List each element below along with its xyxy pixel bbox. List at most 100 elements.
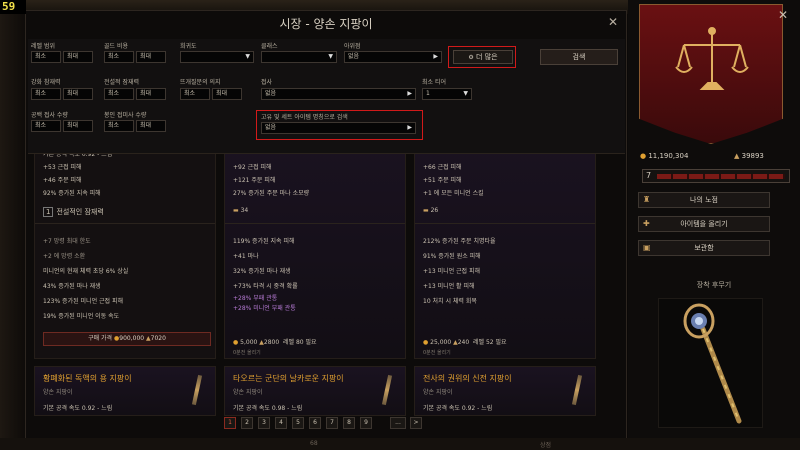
item-name: 전사의 권위의 신전 지팡이 [423,374,512,383]
stat-line: +1 에 모든 미니언 스킬 [423,190,484,197]
hud-text: 상점 [540,442,552,449]
preview-title: 장착 후무기 [696,281,732,289]
class-select[interactable]: ▼ [261,51,337,63]
will-min-input[interactable]: 최소 [180,88,210,100]
will-max-input[interactable]: 최대 [212,88,242,100]
buy-button[interactable]: 구매 가격 ●900,000 ▲7020 [43,332,211,346]
item-type: 양손 지팡이 [43,389,73,396]
my-stall-button[interactable]: ♜ 나의 노점 [638,192,770,208]
divider [415,223,595,224]
forge-potential-label: 강화 참재력 [31,79,61,86]
stat-line: +13 미니언 활 피해 [423,283,475,290]
stat-line: 19% 증가된 미니언 이동 속도 [43,313,120,320]
rarity-select[interactable]: ▼ [180,51,254,63]
min-tier-select[interactable]: 1 ▼ [422,88,472,100]
gold-max-input[interactable]: 최대 [136,51,166,63]
level-number: 7 [646,171,652,180]
item-card-6[interactable]: 전사의 권위의 신전 지팡이 양손 지팡이 기본 공격 속도 0.92 - 느림 [414,366,596,416]
level-progress [657,174,785,179]
stat-line: 119% 증가된 지속 피해 [233,238,295,245]
chevron-down-icon: ▼ [245,53,250,60]
sidebar: ✕ ● 11,190,304 ▲ 39893 7 ♜ 나의 노점 ✚ 아이템을 올리… [628,0,800,450]
storage-button[interactable]: ▣ 보관함 [638,240,770,256]
cost-line: ▬ 26 [423,207,439,214]
stat-line: 27% 증가된 주문 마나 소모량 [233,190,310,197]
left-backdrop [0,14,25,450]
stat-line: +28% 미니언 부패 관통 [233,305,296,312]
next-page-button[interactable]: > [410,417,422,429]
page-button[interactable]: 5 [292,417,304,429]
stat-line: +28% 부패 관통 [233,295,278,302]
item-card-5[interactable]: 타오르는 군단의 날카로운 지팡이 양손 지팡이 기본 공격 속도 0.98 -… [224,366,406,416]
item-type: 양손 지팡이 [423,389,453,396]
page-title: 시장 - 양손 지팡이 [279,17,373,31]
page-button[interactable]: 8 [343,417,355,429]
listing-time: 0분전 올리기 [233,350,261,356]
chest-icon: ▣ [643,243,651,252]
item-card-1[interactable]: 기본 공격 속도 0.92 - 느림 +53 근접 피해 +46 주문 피해 9… [34,144,216,359]
gold-min-input[interactable]: 최소 [104,51,134,63]
lp-min-input[interactable]: 최소 [104,88,134,100]
highlight-unique-search [256,110,423,140]
gold-coin-icon: ● [233,339,239,346]
stat-line: 기본 공격 속도 0.92 - 느림 [43,405,113,412]
price-line: ● 5,000 ▲2800 레벨 80 필요 [233,339,317,346]
stat-line: +92 근접 피해 [233,164,272,171]
close-icon[interactable]: ✕ [606,15,620,29]
item-name: 황폐화된 독액의 용 지팡이 [43,374,132,383]
stat-line: +7 망령 최대 한도 [43,238,91,245]
search-button[interactable]: 검색 [540,49,618,65]
stat-line: 212% 증가된 주문 치명타율 [423,238,496,245]
forge-max-input[interactable]: 최대 [63,88,93,100]
fps-counter: 59 [0,0,26,14]
stat-line: +41 마나 [233,253,259,260]
item-type: 양손 지팡이 [233,389,263,396]
chevron-right-icon: ▶ [433,53,438,60]
affix-count-max-input[interactable]: 최대 [63,120,93,132]
page-button[interactable]: 9 [360,417,372,429]
stat-line: +2 에 망령 소환 [43,253,86,260]
chevron-right-icon: ▶ [407,90,412,97]
min-tier-label: 최소 티어 [422,79,446,86]
item-card-3[interactable]: +66 근접 피해 +51 주문 피해 +1 에 모든 미니언 스킬 ▬ 26 … [414,144,596,359]
equipped-weapon-preview [658,298,763,428]
stat-line: +73% 타격 시 중격 확률 [233,283,298,290]
list-item-button[interactable]: ✚ 아이템을 올리기 [638,216,770,232]
stat-line: +121 주문 피해 [233,177,276,184]
stat-line: +53 근접 피해 [43,164,82,171]
page-button[interactable]: 3 [258,417,270,429]
divider [225,223,405,224]
page-more-button[interactable]: ... [390,417,406,429]
stat-line: +46 주문 피해 [43,177,82,184]
gold-cost-label: 골드 비용 [104,43,128,50]
level-max-input[interactable]: 최대 [63,51,93,63]
page-button[interactable]: 2 [241,417,253,429]
filter-panel: 레벨 범위 최소 최대 골드 비용 최소 최대 희귀도 ▼ 클래스 ▼ 아위점 … [28,39,625,154]
gold-amount: ● 11,190,304 [640,152,689,160]
page-button[interactable]: 6 [309,417,321,429]
page-button[interactable]: 4 [275,417,287,429]
bottom-hud-strip: 68 상점 [0,438,800,450]
sealed-min-input[interactable]: 최소 [104,120,134,132]
page-button[interactable]: 1 [224,417,236,429]
lp-max-input[interactable]: 최대 [136,88,166,100]
stall-icon: ♜ [643,195,651,204]
affix-count-min-input[interactable]: 최소 [31,120,61,132]
close-icon[interactable]: ✕ [776,8,790,22]
prefix-label: 접사 [261,79,273,86]
forge-min-input[interactable]: 최소 [31,88,61,100]
sealed-max-input[interactable]: 최대 [136,120,166,132]
gold-coin-icon: ● [423,339,429,346]
item-card-2[interactable]: +92 근접 피해 +121 주문 피해 27% 증가된 주문 마나 소모량 ▬… [224,144,406,359]
favor-level-bar: 7 [642,169,790,183]
page-button[interactable]: 7 [326,417,338,429]
prefix-select[interactable]: 없음 ▶ [261,88,416,100]
affix-select[interactable]: 없음 ▶ [344,51,442,63]
stat-line: 기본 공격 속도 0.92 - 느림 [423,405,493,412]
favor-amount: ▲ 39893 [734,152,764,160]
level-min-input[interactable]: 최소 [31,51,61,63]
stat-line: 기본 공격 속도 0.98 - 느림 [233,405,303,412]
listing-time: 0분전 올리기 [423,350,451,356]
stat-line: 43% 증가된 마나 재생 [43,283,101,290]
item-card-4[interactable]: 황폐화된 독액의 용 지팡이 양손 지팡이 기본 공격 속도 0.92 - 느림 [34,366,216,416]
